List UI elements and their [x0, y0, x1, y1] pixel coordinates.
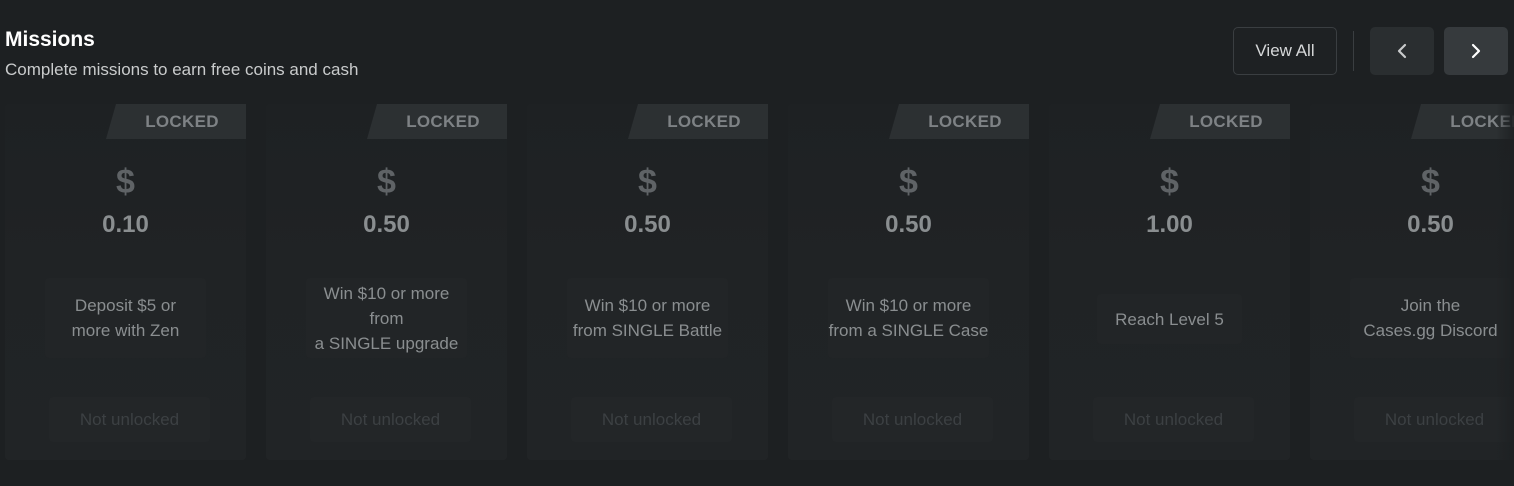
carousel-controls: View All [1233, 27, 1508, 75]
not-unlocked-button[interactable]: Not unlocked [1354, 397, 1514, 442]
reward-amount: 1.00 [1146, 211, 1193, 238]
reward-amount: 0.50 [363, 211, 410, 238]
dollar-icon: $ [899, 163, 918, 201]
mission-description: Win $10 or more from a SINGLE Case [828, 296, 989, 340]
section-subtitle: Complete missions to earn free coins and… [5, 60, 359, 79]
mission-description-box: Deposit $5 or more with Zen [45, 278, 206, 358]
locked-badge: LOCKED [367, 104, 507, 139]
locked-badge: LOCKED [628, 104, 768, 139]
controls-divider [1353, 31, 1354, 71]
locked-badge: LOCKED [106, 104, 246, 139]
locked-badge: LOCKED [1411, 104, 1514, 139]
reward-amount: 0.50 [885, 211, 932, 238]
missions-carousel: LOCKED $ 0.10 Deposit $5 or more with Ze… [0, 104, 1514, 464]
missions-section: Missions Complete missions to earn free … [0, 0, 1514, 486]
dollar-icon: $ [1160, 163, 1179, 201]
missions-header: Missions Complete missions to earn free … [5, 28, 358, 80]
dollar-icon: $ [116, 163, 135, 201]
mission-description: Win $10 or more from a SINGLE upgrade [314, 283, 459, 353]
dollar-icon: $ [1421, 163, 1440, 201]
locked-label: LOCKED [667, 111, 741, 131]
mission-description: Join the Cases.gg Discord [1363, 296, 1498, 340]
dollar-icon: $ [377, 163, 396, 201]
dollar-icon: $ [638, 163, 657, 201]
chevron-left-icon [1397, 43, 1407, 59]
next-button[interactable] [1444, 27, 1508, 75]
mission-description-box: Join the Cases.gg Discord [1350, 278, 1511, 358]
locked-label: LOCKED [145, 111, 219, 131]
chevron-right-icon [1471, 43, 1481, 59]
mission-description: Reach Level 5 [1115, 309, 1224, 329]
reward-amount: 0.10 [102, 211, 149, 238]
not-unlocked-button[interactable]: Not unlocked [571, 397, 732, 442]
not-unlocked-button[interactable]: Not unlocked [1093, 397, 1254, 442]
locked-badge: LOCKED [889, 104, 1029, 139]
locked-label: LOCKED [406, 111, 480, 131]
mission-description: Win $10 or more from SINGLE Battle [572, 296, 723, 340]
locked-badge: LOCKED [1150, 104, 1290, 139]
locked-label: LOCKED [928, 111, 1002, 131]
reward-amount: 0.50 [1407, 211, 1454, 238]
not-unlocked-button[interactable]: Not unlocked [310, 397, 471, 442]
locked-label: LOCKED [1450, 111, 1514, 131]
mission-description-box: Win $10 or more from a SINGLE upgrade [306, 278, 467, 358]
not-unlocked-button[interactable]: Not unlocked [49, 397, 210, 442]
mission-description-box: Win $10 or more from a SINGLE Case [828, 278, 989, 358]
section-title: Missions [5, 28, 95, 51]
reward-amount: 0.50 [624, 211, 671, 238]
mission-description-box: Win $10 or more from SINGLE Battle [567, 278, 728, 358]
mission-card: LOCKED $ 0.50 Win $10 or more from a SIN… [788, 104, 1029, 460]
mission-description-box: Reach Level 5 [1097, 294, 1242, 344]
view-all-button[interactable]: View All [1233, 27, 1337, 75]
mission-description: Deposit $5 or more with Zen [71, 296, 180, 340]
mission-card: LOCKED $ 0.50 Win $10 or more from a SIN… [266, 104, 507, 460]
not-unlocked-button[interactable]: Not unlocked [832, 397, 993, 442]
mission-card: LOCKED $ 0.50 Join the Cases.gg Discord … [1310, 104, 1514, 460]
locked-label: LOCKED [1189, 111, 1263, 131]
previous-button[interactable] [1370, 27, 1434, 75]
mission-card: LOCKED $ 0.10 Deposit $5 or more with Ze… [5, 104, 246, 460]
mission-card: LOCKED $ 0.50 Win $10 or more from SINGL… [527, 104, 768, 460]
mission-card: LOCKED $ 1.00 Reach Level 5 Not unlocked [1049, 104, 1290, 460]
